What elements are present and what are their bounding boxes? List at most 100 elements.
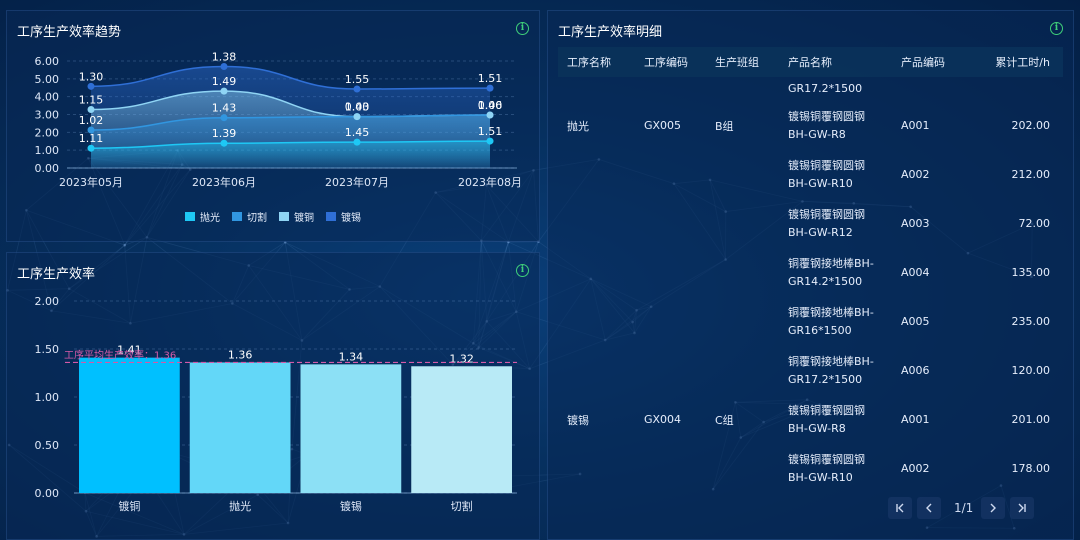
y-tick-label: 5.00 bbox=[35, 73, 60, 86]
legend-item[interactable]: 镀锡 bbox=[326, 209, 361, 224]
y-tick-label: 0.50 bbox=[35, 439, 60, 452]
table-row[interactable]: 铜覆钢接地棒BH- GR17.2*1500 A006 120.00 bbox=[558, 346, 1063, 395]
last-page-icon[interactable] bbox=[1010, 497, 1035, 519]
legend-label: 抛光 bbox=[200, 213, 220, 224]
data-point[interactable] bbox=[353, 113, 361, 121]
data-point[interactable] bbox=[87, 106, 95, 114]
data-label: 1.39 bbox=[212, 127, 237, 140]
x-tick-label: 切割 bbox=[451, 499, 473, 513]
data-label: 1.43 bbox=[212, 102, 237, 115]
y-tick-label: 1.00 bbox=[35, 391, 60, 404]
product-name-line2: BH-GW-R10 bbox=[788, 176, 853, 190]
product-name-line1: 铜覆钢接地棒BH- bbox=[788, 305, 874, 319]
cell-product-code: A001 bbox=[901, 413, 930, 426]
data-point[interactable] bbox=[353, 85, 361, 93]
table-row[interactable]: 镀锡铜覆钢圆钢 BH-GW-R10 A002 178.00 bbox=[558, 444, 1063, 493]
prev-page-icon[interactable] bbox=[917, 497, 941, 519]
bar[interactable] bbox=[300, 364, 402, 493]
data-point[interactable] bbox=[220, 63, 228, 71]
header-product-name[interactable]: 产品名称 bbox=[779, 54, 892, 70]
cell-product-name: GR17.2*1500 bbox=[788, 82, 863, 95]
y-tick-label: 6.00 bbox=[35, 55, 60, 68]
legend-item[interactable]: 镀铜 bbox=[279, 209, 314, 224]
legend-swatch bbox=[279, 212, 289, 221]
table-row[interactable]: 铜覆钢接地棒BH- GR14.2*1500 A004 135.00 bbox=[558, 248, 1063, 297]
product-name-line1: 铜覆钢接地棒BH- bbox=[788, 354, 874, 368]
product-name-line2: GR16*1500 bbox=[788, 323, 852, 337]
data-label: 1.51 bbox=[478, 125, 503, 138]
product-name-line1: 镀锡铜覆钢圆钢 bbox=[788, 207, 865, 221]
cell-hours: 72.00 bbox=[1018, 217, 1051, 230]
cell-hours: 178.00 bbox=[1011, 462, 1051, 475]
table-row[interactable]: 镀锡铜覆钢圆钢 BH-GW-R12 A003 72.00 bbox=[558, 199, 1063, 248]
first-page-icon[interactable] bbox=[888, 497, 912, 519]
bar[interactable] bbox=[189, 362, 291, 493]
y-tick-label: 2.00 bbox=[35, 126, 60, 139]
x-tick-label: 镀铜 bbox=[118, 499, 140, 513]
product-name-line2: GR14.2*1500 bbox=[788, 274, 863, 288]
data-point[interactable] bbox=[87, 126, 95, 134]
header-product-code[interactable]: 产品编码 bbox=[892, 54, 970, 70]
data-point[interactable] bbox=[353, 138, 361, 146]
y-tick-label: 0.00 bbox=[35, 162, 60, 175]
bar-value-label: 1.36 bbox=[228, 348, 253, 361]
last-page-icon-glyph bbox=[1018, 503, 1027, 513]
bar[interactable] bbox=[79, 357, 180, 493]
cell-product-code: A004 bbox=[901, 266, 930, 279]
y-tick-label: 4.00 bbox=[35, 91, 60, 104]
data-point[interactable] bbox=[220, 87, 228, 95]
header-process-name[interactable]: 工序名称 bbox=[558, 54, 635, 70]
data-label: 1.11 bbox=[79, 132, 104, 145]
table-row[interactable]: 抛光 GX005 B组 镀锡铜覆钢圆钢 BH-GW-R8 A001 202.00 bbox=[558, 101, 1063, 150]
next-page-icon[interactable] bbox=[981, 497, 1006, 519]
prev-page-icon-glyph bbox=[926, 503, 932, 513]
trend-chart: 0.00 1.00 2.00 3.00 4.00 5.00 6.00 2023年05月 2023… bbox=[35, 51, 523, 189]
product-name-line1: 镀锡铜覆钢圆钢 bbox=[788, 109, 865, 123]
data-label: 1.49 bbox=[212, 75, 237, 88]
data-label: 1.38 bbox=[212, 51, 237, 64]
detail-panel-title: 工序生产效率明细 bbox=[558, 25, 663, 40]
table-row[interactable]: 镀锡 GX004 C组 镀锡铜覆钢圆钢 BH-GW-R8 A001 201.00 bbox=[558, 395, 1063, 444]
first-page-icon-glyph bbox=[896, 503, 904, 513]
bar-panel: 工序生产效率 i 0.00 0.50 1.00 1.50 2.00 1.41 镀铜 1.36 抛… bbox=[6, 252, 540, 540]
next-page-icon-glyph bbox=[990, 503, 997, 513]
data-label: 0.00 bbox=[478, 99, 503, 112]
x-tick-label: 2023年08月 bbox=[458, 175, 522, 189]
cell-product-code: A006 bbox=[901, 364, 930, 377]
header-hours[interactable]: 累计工时/h bbox=[970, 54, 1063, 70]
data-label: 1.02 bbox=[79, 114, 104, 127]
y-tick-label: 2.00 bbox=[35, 295, 60, 308]
data-label: 1.51 bbox=[478, 72, 503, 85]
product-name-line2: BH-GW-R10 bbox=[788, 470, 853, 484]
legend-item[interactable]: 切割 bbox=[232, 209, 267, 224]
cell-product-code: A001 bbox=[901, 119, 930, 132]
cell-process-code: GX005 bbox=[644, 119, 682, 132]
legend-item[interactable]: 抛光 bbox=[185, 209, 220, 224]
table-row[interactable]: 铜覆钢接地棒BH- GR16*1500 A005 235.00 bbox=[558, 297, 1063, 346]
cell-team: C组 bbox=[715, 413, 734, 427]
header-process-code[interactable]: 工序编码 bbox=[635, 54, 706, 70]
data-label: 0.00 bbox=[345, 101, 370, 114]
cell-product-name: 铜覆钢接地棒BH- GR14.2*1500 bbox=[779, 255, 892, 291]
x-tick-label: 2023年06月 bbox=[192, 175, 256, 189]
product-name-line2: BH-GW-R8 bbox=[788, 421, 846, 435]
cell-product-code: A003 bbox=[901, 217, 930, 230]
data-point[interactable] bbox=[486, 111, 494, 119]
data-point[interactable] bbox=[87, 144, 95, 152]
data-point[interactable] bbox=[486, 137, 494, 145]
cell-product-name: 镀锡铜覆钢圆钢 BH-GW-R10 bbox=[779, 451, 892, 487]
data-label: 1.45 bbox=[345, 126, 370, 139]
data-point[interactable] bbox=[220, 114, 228, 122]
bar[interactable] bbox=[411, 366, 512, 493]
header-team[interactable]: 生产班组 bbox=[706, 54, 779, 70]
product-name-line1: 镀锡铜覆钢圆钢 bbox=[788, 452, 865, 466]
data-point[interactable] bbox=[220, 139, 228, 147]
data-point[interactable] bbox=[486, 84, 494, 92]
info-circle-icon[interactable]: i bbox=[1050, 22, 1063, 35]
table-row[interactable]: 镀锡铜覆钢圆钢 BH-GW-R10 A002 212.00 bbox=[558, 150, 1063, 199]
cell-process-name: 抛光 bbox=[567, 119, 589, 133]
cell-process-name: 镀锡 bbox=[567, 413, 589, 427]
cell-product-name: 铜覆钢接地棒BH- GR17.2*1500 bbox=[779, 353, 892, 389]
data-point[interactable] bbox=[87, 82, 95, 90]
data-label: 1.30 bbox=[79, 70, 104, 83]
